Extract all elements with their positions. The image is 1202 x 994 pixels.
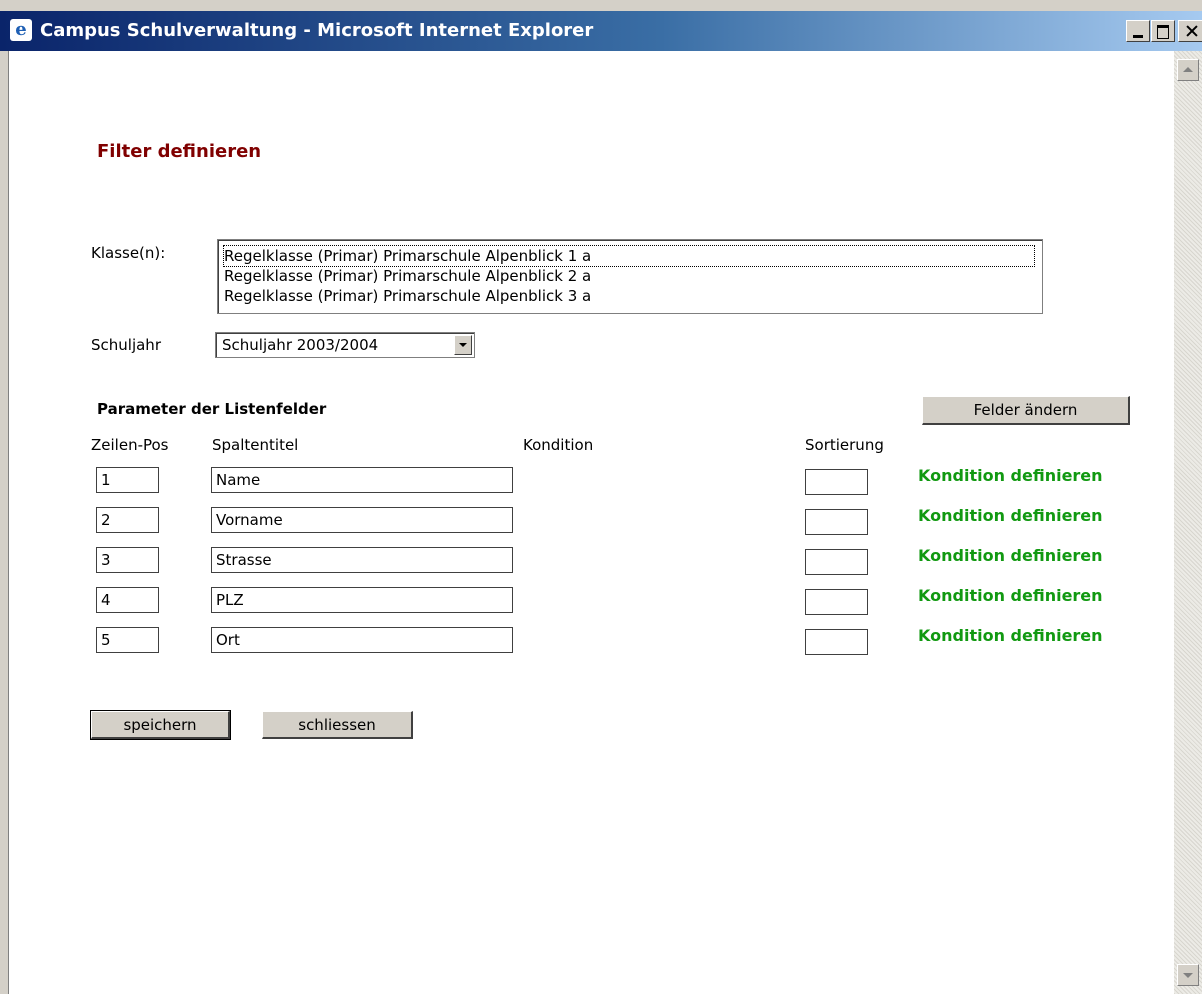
sort-input[interactable]	[805, 469, 868, 495]
schuljahr-select[interactable]: Schuljahr 2003/2004	[215, 332, 475, 358]
window-title: Campus Schulverwaltung - Microsoft Inter…	[40, 20, 594, 41]
page-content: Filter definieren Klasse(n): Regelklasse…	[8, 51, 1174, 994]
close-icon[interactable]	[1178, 20, 1202, 42]
params-title: Parameter der Listenfelder	[97, 400, 327, 418]
title-input[interactable]: Vorname	[211, 507, 513, 533]
title-input[interactable]: Strasse	[211, 547, 513, 573]
chevron-down-icon[interactable]	[454, 335, 472, 355]
scroll-up-icon[interactable]	[1177, 59, 1199, 81]
kondition-link[interactable]: Kondition definieren	[918, 506, 1103, 525]
pos-input[interactable]: 5	[96, 627, 159, 653]
column-header-pos: Zeilen-Pos	[91, 436, 169, 454]
internet-explorer-icon: e	[10, 19, 32, 41]
klasse-label: Klasse(n):	[91, 244, 166, 262]
klassen-option[interactable]: Regelklasse (Primar) Primarschule Alpenb…	[224, 266, 1042, 286]
schliessen-button[interactable]: schliessen	[262, 711, 413, 739]
schuljahr-value: Schuljahr 2003/2004	[222, 336, 379, 354]
pos-input[interactable]: 3	[96, 547, 159, 573]
column-header-sort: Sortierung	[805, 436, 884, 454]
page-title: Filter definieren	[97, 141, 262, 162]
pos-input[interactable]: 2	[96, 507, 159, 533]
column-header-title: Spaltentitel	[212, 436, 299, 454]
sort-input[interactable]	[805, 629, 868, 655]
sort-input[interactable]	[805, 509, 868, 535]
vertical-scrollbar[interactable]	[1174, 51, 1202, 994]
pos-input[interactable]: 1	[96, 467, 159, 493]
maximize-icon[interactable]	[1151, 20, 1175, 42]
kondition-link[interactable]: Kondition definieren	[918, 546, 1103, 565]
felder-aendern-button[interactable]: Felder ändern	[922, 396, 1130, 425]
minimize-icon[interactable]	[1126, 20, 1150, 42]
sort-input[interactable]	[805, 589, 868, 615]
schuljahr-label: Schuljahr	[91, 336, 161, 354]
kondition-link[interactable]: Kondition definieren	[918, 626, 1103, 645]
pos-input[interactable]: 4	[96, 587, 159, 613]
speichern-button[interactable]: speichern	[90, 710, 231, 740]
title-input[interactable]: Name	[211, 467, 513, 493]
title-input[interactable]: PLZ	[211, 587, 513, 613]
sort-input[interactable]	[805, 549, 868, 575]
title-input[interactable]: Ort	[211, 627, 513, 653]
klassen-listbox[interactable]: Regelklasse (Primar) Primarschule Alpenb…	[217, 239, 1043, 314]
window-frame	[0, 51, 8, 994]
klassen-option[interactable]: Regelklasse (Primar) Primarschule Alpenb…	[223, 245, 1035, 267]
kondition-link[interactable]: Kondition definieren	[918, 586, 1103, 605]
klassen-option[interactable]: Regelklasse (Primar) Primarschule Alpenb…	[224, 286, 1042, 306]
column-header-condition: Kondition	[523, 436, 594, 454]
kondition-link[interactable]: Kondition definieren	[918, 466, 1103, 485]
scroll-down-icon[interactable]	[1177, 964, 1199, 986]
window-titlebar[interactable]: e Campus Schulverwaltung - Microsoft Int…	[0, 11, 1202, 51]
